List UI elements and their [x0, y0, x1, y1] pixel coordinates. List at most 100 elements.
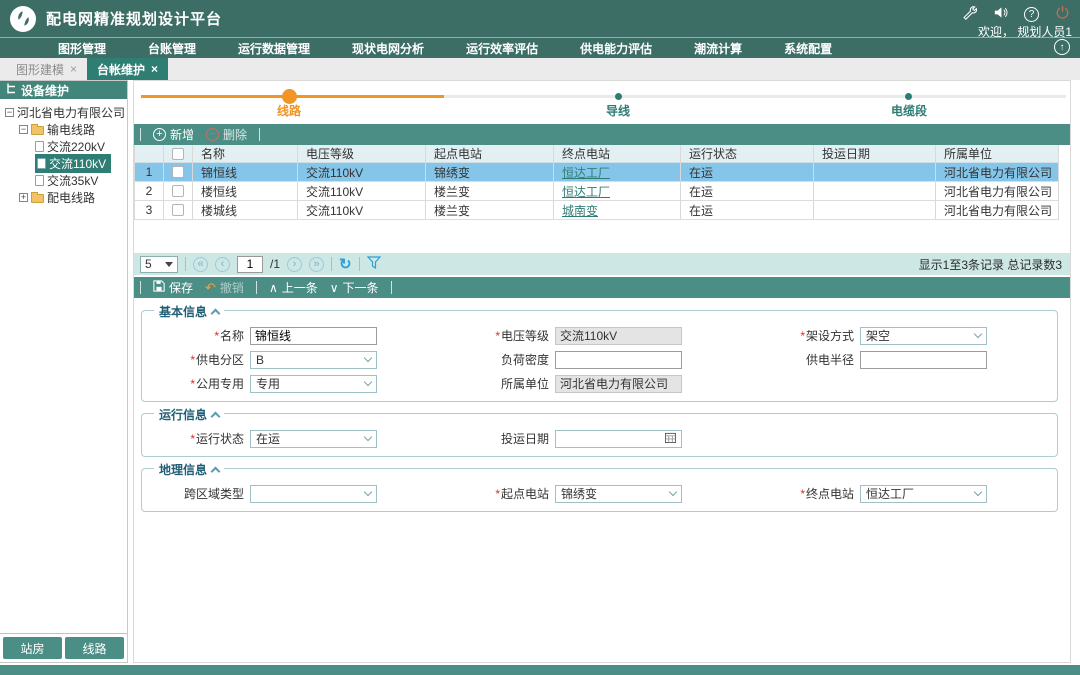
close-icon[interactable]: ×	[70, 62, 77, 76]
collapse-chevron-icon[interactable]	[211, 466, 221, 476]
menu-item-efficiency-eval[interactable]: 运行效率评估	[466, 40, 538, 57]
separator	[140, 128, 141, 141]
menu-item-ledger-mgmt[interactable]: 台账管理	[148, 40, 196, 57]
expand-toggle-icon[interactable]	[19, 193, 28, 202]
end-station-link[interactable]: 恒达工厂	[562, 164, 610, 181]
row-checkbox[interactable]	[172, 204, 184, 216]
collapse-toggle-icon[interactable]	[5, 108, 14, 117]
separator	[391, 281, 392, 294]
cross-region-select[interactable]	[250, 485, 377, 503]
voltage-readonly-field: 交流110kV	[555, 327, 682, 345]
field-label-cross-region: 跨区域类型	[184, 485, 244, 502]
add-button[interactable]: 新增	[153, 126, 194, 143]
menu-item-grid-analysis[interactable]: 现状电网分析	[352, 40, 424, 57]
close-icon[interactable]: ×	[151, 62, 158, 76]
cell-org: 河北省电力有限公司	[936, 182, 1059, 201]
table-row[interactable]: 3 楼城线 交流110kV 楼兰变 城南变 在运 河北省电力有限公司	[134, 201, 1059, 220]
step-label-conductor[interactable]: 导线	[606, 102, 630, 119]
sidebar-title: 设备维护	[21, 82, 69, 99]
menu-item-capacity-eval[interactable]: 供电能力评估	[580, 40, 652, 57]
undo-button[interactable]: 撤销	[205, 279, 244, 296]
filter-icon[interactable]	[367, 256, 381, 272]
supply-radius-input[interactable]	[860, 351, 987, 369]
page-number-input[interactable]	[237, 256, 263, 273]
first-page-icon[interactable]	[193, 257, 208, 272]
public-private-select[interactable]: 专用	[250, 375, 377, 393]
prev-record-button[interactable]: 上一条	[269, 279, 318, 296]
tree-node-ac35kv[interactable]: 交流35kV	[0, 172, 127, 189]
calendar-icon[interactable]	[665, 432, 676, 446]
chevron-down-icon	[974, 488, 982, 496]
tree-node-distribution-lines[interactable]: 配电线路	[0, 189, 127, 206]
menu-item-operation-data[interactable]: 运行数据管理	[238, 40, 310, 57]
step-dot-cable-segment[interactable]	[905, 93, 912, 100]
end-station-link[interactable]: 城南变	[562, 202, 598, 219]
form-toolbar: 保存 撤销 上一条 下一条	[134, 277, 1070, 298]
row-checkbox[interactable]	[172, 166, 184, 178]
save-icon	[153, 280, 165, 295]
step-dot-conductor[interactable]	[615, 93, 622, 100]
wizard-stepper: 线路 导线 电缆段	[134, 81, 1070, 117]
page-size-select[interactable]: 5	[140, 256, 178, 273]
collapse-chevron-icon[interactable]	[211, 308, 221, 318]
name-input[interactable]	[250, 327, 377, 345]
tab-graphic-modeling[interactable]: 图形建模 ×	[6, 58, 87, 80]
cell-commission-date	[814, 201, 936, 220]
supply-zone-select[interactable]: B	[250, 351, 377, 369]
folder-icon	[31, 194, 44, 203]
row-checkbox[interactable]	[172, 185, 184, 197]
power-icon[interactable]	[1055, 5, 1070, 23]
table-empty-area	[134, 220, 1070, 253]
separator	[185, 257, 186, 271]
line-button[interactable]: 线路	[65, 637, 124, 659]
tree-node-transmission-lines[interactable]: 输电线路	[0, 121, 127, 138]
tree-node-label: 河北省电力有限公司	[17, 104, 125, 121]
collapse-up-icon[interactable]	[1054, 39, 1070, 55]
cell-status: 在运	[681, 201, 814, 220]
collapse-toggle-icon[interactable]	[19, 125, 28, 134]
tree-node-label: 输电线路	[47, 121, 95, 138]
sidebar-footer: 站房 线路	[0, 633, 127, 662]
step-label-line[interactable]: 线路	[277, 102, 301, 119]
station-room-button[interactable]: 站房	[3, 637, 62, 659]
end-station-select[interactable]: 恒达工厂	[860, 485, 987, 503]
tab-ledger-maintenance[interactable]: 台帐维护 ×	[87, 58, 168, 80]
tree-node-ac220kv[interactable]: 交流220kV	[0, 138, 127, 155]
menu-item-power-flow[interactable]: 潮流计算	[694, 40, 742, 57]
menu-item-system-config[interactable]: 系统配置	[784, 40, 832, 57]
erection-type-select[interactable]: 架空	[860, 327, 987, 345]
last-page-icon[interactable]	[309, 257, 324, 272]
col-header-org: 所属单位	[936, 145, 1059, 163]
table-row[interactable]: 1 锦恒线 交流110kV 锦绣变 恒达工厂 在运 河北省电力有限公司	[134, 163, 1059, 182]
circle-minus-icon	[206, 128, 219, 141]
prev-page-icon[interactable]	[215, 257, 230, 272]
help-icon[interactable]	[1024, 7, 1039, 22]
wrench-icon[interactable]	[962, 5, 977, 23]
speaker-icon[interactable]	[993, 5, 1008, 23]
commission-date-input[interactable]	[555, 430, 682, 448]
load-density-input[interactable]	[555, 351, 682, 369]
chevron-down-icon	[364, 378, 372, 386]
run-status-select[interactable]: 在运	[250, 430, 377, 448]
tree-node-ac110kv[interactable]: 交流110kV	[0, 155, 127, 172]
end-station-link[interactable]: 恒达工厂	[562, 183, 610, 200]
tree-node-company[interactable]: 河北省电力有限公司	[0, 104, 127, 121]
tree-node-label: 交流35kV	[47, 172, 98, 189]
next-record-label: 下一条	[343, 279, 379, 296]
step-label-cable-segment[interactable]: 电缆段	[891, 102, 927, 119]
col-header-start-station: 起点电站	[426, 145, 554, 163]
delete-button[interactable]: 删除	[206, 126, 247, 143]
undo-icon	[205, 281, 216, 294]
start-station-select[interactable]: 锦绣变	[555, 485, 682, 503]
next-page-icon[interactable]	[287, 257, 302, 272]
tree-node-label: 配电线路	[47, 189, 95, 206]
menu-item-graphic-mgmt[interactable]: 图形管理	[58, 40, 106, 57]
save-button[interactable]: 保存	[153, 279, 193, 296]
select-value: 锦绣变	[561, 485, 597, 502]
page-size-value: 5	[145, 257, 152, 271]
select-all-checkbox[interactable]	[172, 148, 184, 160]
table-row[interactable]: 2 楼恒线 交流110kV 楼兰变 恒达工厂 在运 河北省电力有限公司	[134, 182, 1059, 201]
next-record-button[interactable]: 下一条	[330, 279, 379, 296]
refresh-icon[interactable]	[339, 255, 352, 273]
collapse-chevron-icon[interactable]	[211, 411, 221, 421]
